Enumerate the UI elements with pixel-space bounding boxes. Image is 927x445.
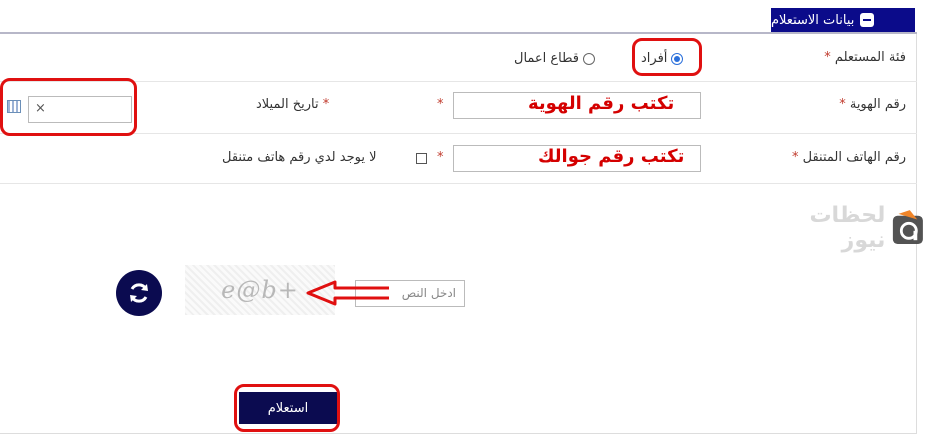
watermark: لحظات نيوز — [766, 203, 927, 253]
id-number-label: رقم الهوية * — [839, 97, 906, 112]
birth-date-label: * تاريخ الميلاد — [256, 97, 330, 112]
refresh-icon — [130, 283, 148, 303]
radio-business[interactable]: قطاع اعمال — [514, 51, 596, 66]
birth-date-required: * — [437, 97, 444, 112]
section-title: بيانات الاستعلام — [771, 12, 855, 28]
highlight-individuals — [632, 38, 702, 76]
watermark-logo-icon — [893, 210, 924, 244]
refresh-captcha-button[interactable] — [116, 270, 162, 316]
collapse-icon[interactable] — [860, 13, 875, 27]
radio-unselected-icon[interactable] — [583, 52, 596, 65]
row-user-type — [0, 34, 917, 82]
id-number-hint: تكتب رقم الهوية — [528, 93, 675, 114]
section-header[interactable]: بيانات الاستعلام — [771, 8, 915, 32]
watermark-text: لحظات نيوز — [809, 203, 886, 253]
radio-business-label: قطاع اعمال — [514, 51, 580, 66]
user-type-label: فئة المستعلم * — [824, 50, 906, 65]
mobile-hint: تكتب رقم جوالك — [538, 146, 685, 167]
no-mobile-required: * — [437, 150, 444, 165]
no-mobile-label: لا يوجد لدي رقم هاتف متنقل — [222, 150, 377, 165]
no-mobile-checkbox[interactable] — [416, 153, 427, 164]
highlight-birth-date — [0, 78, 137, 136]
highlight-submit — [234, 384, 340, 432]
mobile-label: رقم الهاتف المتنقل * — [791, 150, 906, 165]
captcha-text: e@b+ — [221, 276, 299, 304]
arrow-annotation-icon — [306, 280, 389, 306]
